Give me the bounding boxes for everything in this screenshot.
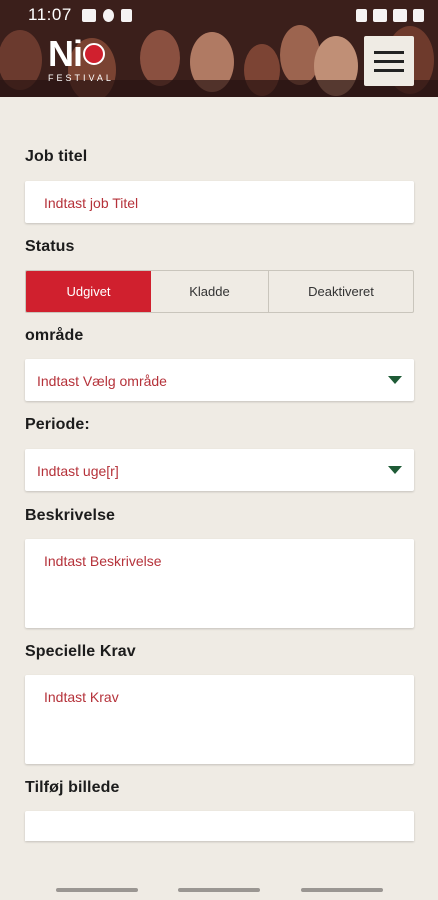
nav-home-handle[interactable] [178,888,260,892]
period-label: Periode: [25,416,90,433]
special-requirements-label: Specielle Krav [25,643,136,660]
chevron-down-icon [388,466,402,474]
area-select[interactable]: Indtast Vælg område [25,359,414,401]
logo-dot-icon [83,43,105,65]
add-image-field[interactable] [25,811,414,841]
status-time: 11:07 [28,5,72,24]
image-notification-icon [81,8,96,22]
wifi-icon [373,8,387,22]
status-option-deactivated[interactable]: Deaktiveret [269,271,413,312]
app-notification-icon [120,8,132,22]
period-placeholder: Indtast uge[r] [37,463,119,479]
description-placeholder: Indtast Beskrivelse [44,553,162,569]
job-title-label: Job titel [25,148,88,165]
special-requirements-textarea[interactable]: Indtast Krav [25,675,414,764]
menu-bar-icon [374,50,404,54]
nav-recents-handle[interactable] [301,888,383,892]
bulb-notification-icon [102,8,114,22]
add-image-label: Tilføj billede [25,779,120,796]
period-select[interactable]: Indtast uge[r] [25,449,414,491]
festival-logo[interactable]: Ni FESTIVAL [48,33,114,84]
special-requirements-placeholder: Indtast Krav [44,689,119,705]
job-title-placeholder: Indtast job Titel [44,195,139,211]
hamburger-menu-button[interactable] [364,36,414,86]
system-navigation-bar [0,880,438,900]
description-label: Beskrivelse [25,507,116,524]
nav-back-handle[interactable] [56,888,138,892]
header-banner: 11:07 Ni FESTIVAL [0,0,438,97]
menu-bar-icon [374,68,404,72]
area-label: område [25,327,84,344]
status-option-draft[interactable]: Kladde [151,271,269,312]
mute-icon [356,8,367,22]
status-segmented-control: Udgivet Kladde Deaktiveret [25,270,414,313]
chevron-down-icon [388,376,402,384]
logo-text: Ni [48,33,83,74]
status-option-published[interactable]: Udgivet [26,271,151,312]
area-placeholder: Indtast Vælg område [37,373,167,389]
description-textarea[interactable]: Indtast Beskrivelse [25,539,414,628]
signal-icon [393,8,407,22]
battery-icon [413,8,424,22]
status-label: Status [25,238,75,255]
job-title-input[interactable]: Indtast job Titel [25,181,414,223]
logo-subtitle: FESTIVAL [48,73,114,83]
status-bar: 11:07 [0,0,438,30]
menu-bar-icon [374,59,404,63]
